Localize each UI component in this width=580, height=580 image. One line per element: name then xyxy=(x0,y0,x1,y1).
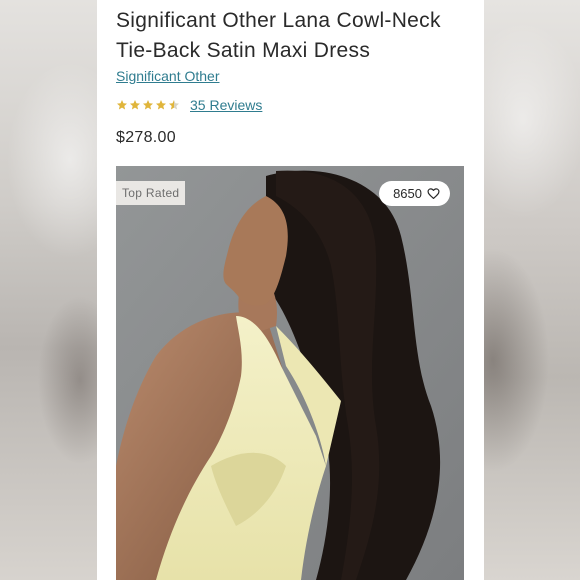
like-button[interactable]: 8650 xyxy=(379,181,450,206)
likes-count: 8650 xyxy=(393,186,422,201)
heart-icon xyxy=(427,187,440,200)
top-rated-badge: Top Rated xyxy=(116,181,186,205)
product-image[interactable]: Top Rated 8650 xyxy=(116,166,464,580)
star-icon xyxy=(155,99,167,111)
product-card: Significant Other Lana Cowl-Neck Tie-Bac… xyxy=(97,0,484,580)
star-icon xyxy=(142,99,154,111)
blurred-background-left xyxy=(0,0,97,580)
star-icon xyxy=(129,99,141,111)
star-icon xyxy=(168,99,180,111)
brand-link[interactable]: Significant Other xyxy=(116,68,220,84)
star-icon xyxy=(116,99,128,111)
reviews-link[interactable]: 35 Reviews xyxy=(190,97,262,113)
blurred-background-right xyxy=(483,0,580,580)
star-rating xyxy=(116,99,180,111)
model-photo xyxy=(116,166,464,580)
product-title: Significant Other Lana Cowl-Neck Tie-Bac… xyxy=(116,9,441,62)
product-price: $278.00 xyxy=(116,129,176,146)
rating-row: 35 Reviews xyxy=(116,96,262,114)
